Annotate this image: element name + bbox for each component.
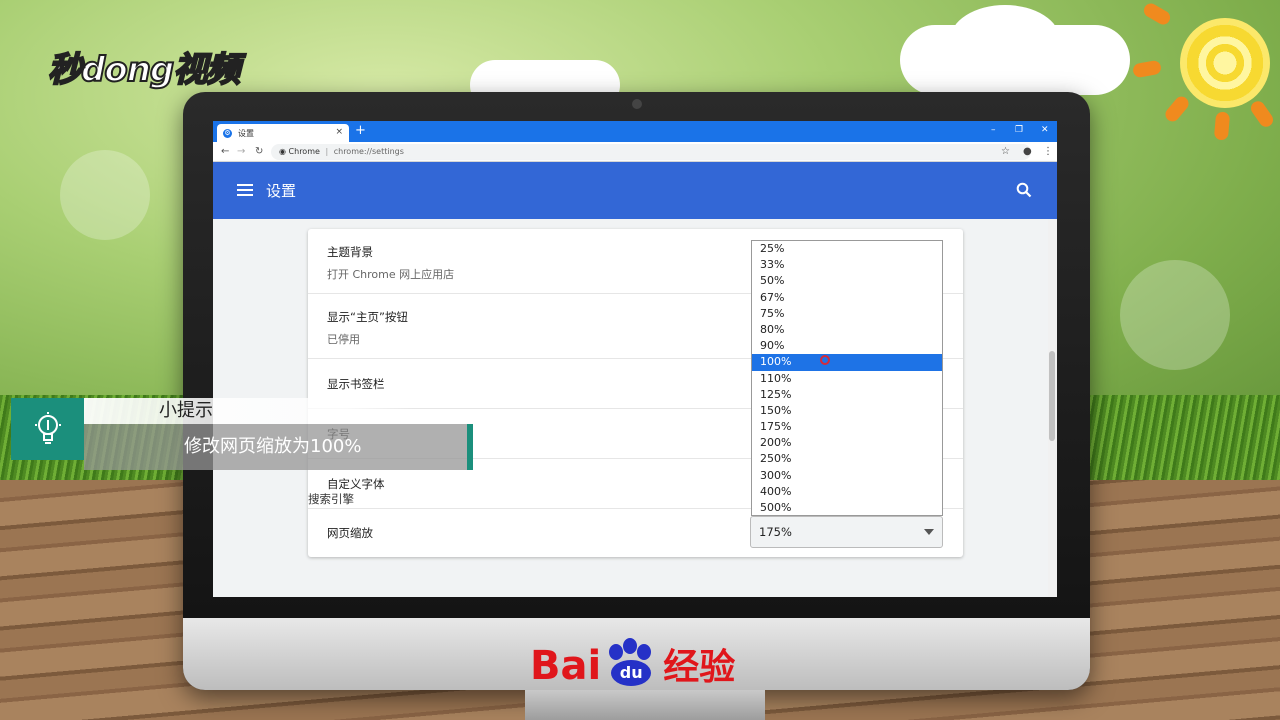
zoom-option[interactable]: 75% bbox=[752, 306, 942, 322]
search-icon[interactable] bbox=[1016, 182, 1032, 198]
address-bar-row: ← → ↻ ◉ Chrome | chrome://settings ☆ ● ⋮ bbox=[213, 142, 1057, 162]
page-zoom-select[interactable]: 175% bbox=[750, 516, 943, 548]
zoom-option[interactable]: 110% bbox=[752, 371, 942, 387]
tip-accent-bar bbox=[467, 424, 473, 470]
site-info-icon[interactable]: ◉ bbox=[279, 147, 289, 156]
baidu-logo-text-right: 经验 bbox=[663, 647, 736, 688]
new-tab-button[interactable]: + bbox=[355, 123, 366, 138]
zoom-option[interactable]: 90% bbox=[752, 338, 942, 354]
close-window-button[interactable]: ✕ bbox=[1041, 125, 1049, 135]
zoom-option[interactable]: 50% bbox=[752, 273, 942, 289]
bokeh-light bbox=[60, 150, 150, 240]
tip-lightbulb-badge bbox=[11, 398, 84, 460]
profile-avatar-icon[interactable]: ● bbox=[1023, 146, 1032, 157]
page-zoom-value: 175% bbox=[759, 525, 792, 539]
zoom-option[interactable]: 25% bbox=[752, 241, 942, 257]
zoom-option[interactable]: 150% bbox=[752, 403, 942, 419]
zoom-option[interactable]: 250% bbox=[752, 451, 942, 467]
watermark-logo: 秒dong视频 bbox=[47, 49, 241, 91]
omnibox-site: Chrome bbox=[288, 147, 320, 156]
section-heading-search-engine: 搜索引擎 bbox=[308, 492, 354, 506]
baidu-logo-text-left: Bai bbox=[530, 643, 602, 689]
bokeh-light bbox=[1120, 260, 1230, 370]
tip-text: 修改网页缩放为100% bbox=[84, 424, 470, 470]
forward-arrow-icon[interactable]: → bbox=[237, 146, 245, 157]
lightbulb-icon bbox=[34, 412, 61, 444]
sun-icon bbox=[1180, 18, 1270, 108]
zoom-option[interactable]: 200% bbox=[752, 435, 942, 451]
tab-close-icon[interactable]: × bbox=[335, 127, 343, 137]
page-title: 设置 bbox=[266, 182, 297, 200]
cloud bbox=[950, 5, 1060, 75]
menu-kebab-icon[interactable]: ⋮ bbox=[1043, 146, 1053, 157]
baidu-paw-icon: du bbox=[603, 638, 659, 686]
zoom-option[interactable]: 300% bbox=[752, 468, 942, 484]
browser-window: ⚙ 设置 × + – ❐ ✕ ← → ↻ ◉ Chrome | chrome:/… bbox=[213, 121, 1057, 597]
baidu-paw-text: du bbox=[611, 660, 652, 686]
tip-heading: 小提示 bbox=[84, 398, 414, 424]
reload-icon[interactable]: ↻ bbox=[255, 146, 263, 157]
omnibox-url: chrome://settings bbox=[333, 147, 404, 156]
zoom-option-highlighted[interactable]: 100% bbox=[752, 354, 942, 371]
tab-strip: ⚙ 设置 × + – ❐ ✕ bbox=[213, 121, 1057, 142]
omnibox[interactable]: ◉ Chrome | chrome://settings bbox=[271, 144, 1031, 160]
zoom-option[interactable]: 400% bbox=[752, 484, 942, 500]
zoom-option[interactable]: 175% bbox=[752, 419, 942, 435]
omnibox-separator: | bbox=[325, 147, 329, 156]
webcam bbox=[632, 99, 642, 109]
bookmark-star-icon[interactable]: ☆ bbox=[1001, 146, 1010, 157]
zoom-option[interactable]: 67% bbox=[752, 290, 942, 306]
back-arrow-icon[interactable]: ← bbox=[221, 146, 229, 157]
mouse-cursor-icon bbox=[820, 355, 830, 365]
monitor-stand bbox=[525, 690, 765, 720]
zoom-option[interactable]: 33% bbox=[752, 257, 942, 273]
zoom-option[interactable]: 500% bbox=[752, 500, 942, 515]
dropdown-arrow-icon bbox=[924, 529, 934, 535]
zoom-option[interactable]: 80% bbox=[752, 322, 942, 338]
baidu-jingyan-logo: Bai du 经验 bbox=[530, 626, 760, 686]
zoom-option[interactable]: 125% bbox=[752, 387, 942, 403]
zoom-dropdown-list[interactable]: 25% 33% 50% 67% 75% 80% 90% 100% 110% 12… bbox=[751, 240, 943, 516]
tab-settings[interactable]: ⚙ 设置 × bbox=[217, 124, 349, 142]
tab-title: 设置 bbox=[238, 128, 254, 138]
hamburger-menu-icon[interactable] bbox=[237, 184, 253, 196]
restore-button[interactable]: ❐ bbox=[1015, 125, 1023, 135]
settings-header: 设置 bbox=[213, 162, 1057, 219]
scrollbar-thumb[interactable] bbox=[1049, 351, 1055, 441]
gear-icon: ⚙ bbox=[223, 128, 232, 138]
minimize-button[interactable]: – bbox=[991, 125, 996, 135]
